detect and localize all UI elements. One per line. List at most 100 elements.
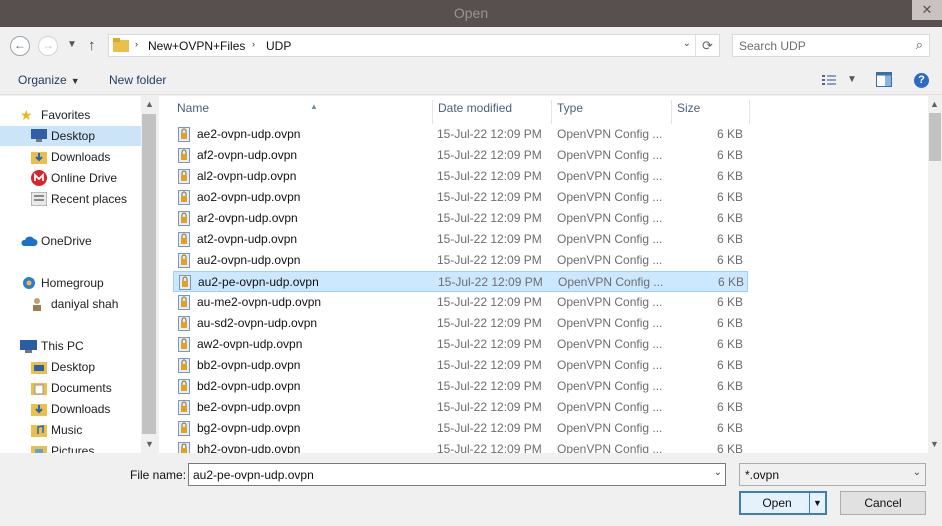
search-box[interactable]: ⌕ [732, 34, 930, 57]
chevron-down-icon[interactable]: ⌄ [714, 467, 722, 478]
breadcrumb-separator[interactable]: › [252, 39, 255, 49]
ovpn-file-icon [178, 400, 190, 415]
nav-item-pc-documents[interactable]: Documents [0, 378, 142, 398]
forward-button[interactable]: → [38, 36, 58, 56]
close-button[interactable]: ✕ [912, 0, 942, 20]
scroll-down-arrow[interactable]: ▼ [141, 436, 158, 453]
view-options-dropdown-icon[interactable]: ▼ [847, 74, 857, 85]
preview-pane-icon[interactable] [876, 72, 892, 87]
file-row[interactable]: aw2-ovpn-udp.ovpn 15-Jul-22 12:09 PM OpenV… [173, 334, 748, 355]
file-type: OpenVPN Config ... [557, 421, 663, 435]
nav-item-pc-desktop[interactable]: Desktop [0, 357, 142, 377]
scrollbar-thumb[interactable] [142, 114, 156, 434]
file-row[interactable]: au-sd2-ovpn-udp.ovpn 15-Jul-22 12:09 PM Op… [173, 313, 748, 334]
file-row[interactable]: ao2-ovpn-udp.ovpn 15-Jul-22 12:09 PM OpenV… [173, 187, 748, 208]
file-row[interactable]: af2-ovpn-udp.ovpn 15-Jul-22 12:09 PM OpenV… [173, 145, 748, 166]
nav-favorites[interactable]: ★ Favorites [0, 105, 142, 125]
downloads-folder-icon [31, 404, 47, 416]
nav-item-recent-places[interactable]: Recent places [0, 189, 142, 209]
new-folder-button[interactable]: New folder [109, 73, 166, 87]
nav-homegroup-user[interactable]: daniyal shah [0, 294, 142, 314]
file-name: be2-ovpn-udp.ovpn [197, 400, 301, 414]
breadcrumb-udp[interactable]: UDP [266, 39, 291, 53]
open-button[interactable]: Open ▼ [739, 491, 827, 515]
nav-item-label: Music [51, 423, 83, 437]
nav-this-pc[interactable]: This PC [0, 336, 142, 356]
back-button[interactable]: ← [10, 36, 30, 56]
scroll-up-arrow[interactable]: ▲ [926, 96, 942, 113]
nav-item-pc-music[interactable]: Music [0, 420, 142, 440]
refresh-icon[interactable]: ⟳ [695, 35, 719, 56]
file-date-modified: 15-Jul-22 12:09 PM [437, 190, 542, 204]
file-type: OpenVPN Config ... [557, 358, 663, 372]
nav-item-pc-pictures[interactable]: Pictures [0, 441, 142, 453]
breadcrumb-separator[interactable]: › [135, 39, 138, 49]
column-header-name[interactable]: Name ▲ [172, 100, 433, 124]
column-header-date[interactable]: Date modified [433, 100, 552, 124]
nav-item-online-drive[interactable]: Online Drive [0, 168, 142, 188]
address-dropdown-icon[interactable]: ⌄ [683, 38, 691, 49]
nav-homegroup[interactable]: Homegroup [0, 273, 142, 293]
file-type-select[interactable]: *.ovpn ⌄ [739, 463, 926, 486]
scroll-down-arrow[interactable]: ▼ [926, 436, 942, 453]
nav-item-favorites-downloads[interactable]: Downloads [0, 147, 142, 167]
file-name-label: File name: [130, 468, 187, 482]
nav-favorites-label: Favorites [41, 108, 91, 122]
file-row[interactable]: au2-pe-ovpn-udp.ovpn 15-Jul-22 12:09 PM Op… [173, 271, 748, 292]
cancel-button[interactable]: Cancel [840, 491, 926, 515]
file-date-modified: 15-Jul-22 12:09 PM [437, 127, 542, 141]
address-bar[interactable]: › New+OVPN+Files › UDP ⌄ ⟳ [108, 34, 720, 57]
up-button[interactable]: ↑ [88, 37, 96, 54]
file-date-modified: 15-Jul-22 12:09 PM [437, 148, 542, 162]
file-row[interactable]: bd2-ovpn-udp.ovpn 15-Jul-22 12:09 PM OpenV… [173, 376, 748, 397]
file-row[interactable]: au-me2-ovpn-udp.ovpn 15-Jul-22 12:09 PM Op… [173, 292, 748, 313]
recent-places-icon [31, 192, 47, 206]
file-list-scrollbar[interactable]: ▲ ▼ [928, 96, 942, 453]
file-name: ao2-ovpn-udp.ovpn [197, 190, 301, 204]
file-type-value: *.ovpn [745, 468, 780, 482]
help-icon[interactable]: ? [914, 73, 929, 88]
online-drive-icon [31, 170, 47, 186]
file-row[interactable]: al2-ovpn-udp.ovpn 15-Jul-22 12:09 PM OpenV… [173, 166, 748, 187]
file-name-input[interactable] [193, 468, 693, 482]
file-name-combobox[interactable]: ⌄ [188, 463, 726, 486]
nav-item-favorites-desktop[interactable]: Desktop [0, 126, 142, 146]
search-input[interactable] [739, 39, 899, 53]
nav-item-pc-downloads[interactable]: Downloads [0, 399, 142, 419]
nav-onedrive[interactable]: OneDrive [0, 231, 142, 251]
file-size: 6 KB [716, 148, 743, 162]
change-view-icon[interactable] [822, 74, 836, 86]
file-row[interactable]: bg2-ovpn-udp.ovpn 15-Jul-22 12:09 PM OpenV… [173, 418, 748, 439]
open-options-dropdown-icon[interactable]: ▼ [809, 493, 825, 513]
file-type: OpenVPN Config ... [557, 211, 663, 225]
file-row[interactable]: bh2-ovpn-udp.ovpn 15-Jul-22 12:09 PM OpenV… [173, 439, 748, 453]
file-row[interactable]: be2-ovpn-udp.ovpn 15-Jul-22 12:09 PM OpenV… [173, 397, 748, 418]
scrollbar-thumb[interactable] [929, 113, 941, 161]
search-icon[interactable]: ⌕ [916, 37, 923, 53]
cloud-icon [21, 236, 38, 246]
ovpn-file-icon [178, 127, 190, 142]
file-row[interactable]: au2-ovpn-udp.ovpn 15-Jul-22 12:09 PM OpenV… [173, 250, 748, 271]
file-type: OpenVPN Config ... [557, 169, 663, 183]
ovpn-file-icon [178, 442, 190, 453]
file-type: OpenVPN Config ... [558, 275, 664, 289]
recent-locations-icon[interactable]: ▼ [67, 39, 77, 50]
documents-folder-icon [31, 383, 47, 395]
column-header-type[interactable]: Type [552, 100, 672, 124]
file-row[interactable]: ar2-ovpn-udp.ovpn 15-Jul-22 12:09 PM OpenV… [173, 208, 748, 229]
file-row[interactable]: ae2-ovpn-udp.ovpn 15-Jul-22 12:09 PM OpenV… [173, 124, 748, 145]
file-date-modified: 15-Jul-22 12:09 PM [437, 253, 542, 267]
file-date-modified: 15-Jul-22 12:09 PM [437, 400, 542, 414]
organize-button[interactable]: Organize ▼ [18, 73, 80, 87]
breadcrumb-new-ovpn-files[interactable]: New+OVPN+Files [148, 39, 245, 53]
command-bar: Organize ▼ New folder ▼ ? [0, 65, 942, 95]
file-row[interactable]: at2-ovpn-udp.ovpn 15-Jul-22 12:09 PM OpenV… [173, 229, 748, 250]
file-row[interactable]: bb2-ovpn-udp.ovpn 15-Jul-22 12:09 PM OpenV… [173, 355, 748, 376]
column-header-size[interactable]: Size [672, 100, 750, 124]
file-type: OpenVPN Config ... [557, 148, 663, 162]
file-date-modified: 15-Jul-22 12:09 PM [437, 337, 542, 351]
file-type: OpenVPN Config ... [557, 127, 663, 141]
scroll-up-arrow[interactable]: ▲ [141, 96, 158, 113]
navigation-scrollbar[interactable]: ▲ ▼ [141, 96, 158, 453]
ovpn-file-icon [178, 232, 190, 247]
